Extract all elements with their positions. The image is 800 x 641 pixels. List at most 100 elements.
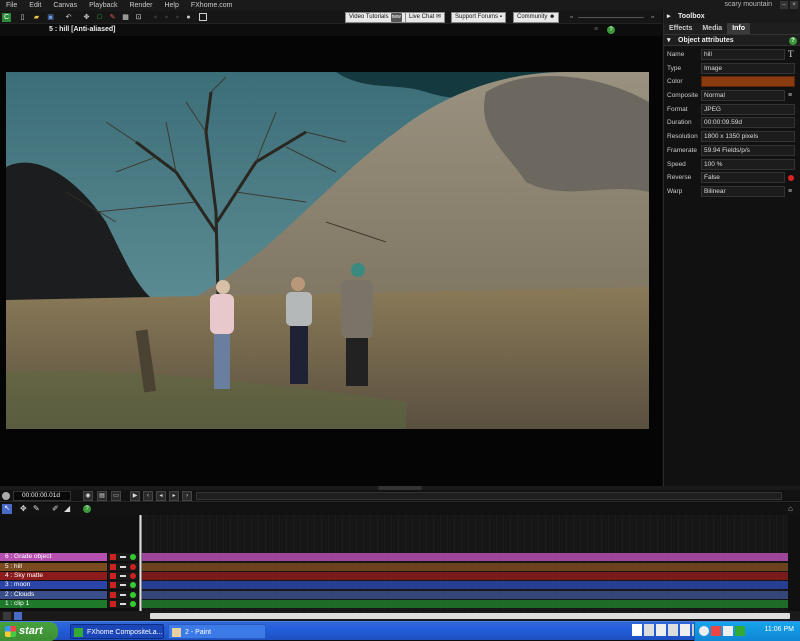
tab-effects[interactable]: Effects <box>664 23 697 34</box>
timeline-scrollbar[interactable] <box>140 611 800 621</box>
task-fxhome[interactable]: FXhome CompositeLa... <box>70 624 164 639</box>
layer-status-dot-icon[interactable] <box>130 554 136 560</box>
next-keyframe-icon[interactable]: › <box>182 491 192 501</box>
task-paint[interactable]: 2 - Paint <box>168 624 266 639</box>
layer-clip-bar[interactable] <box>142 581 788 589</box>
layer-row[interactable]: 5 : hill <box>0 563 800 572</box>
layer-clip-bar[interactable] <box>142 553 788 561</box>
object-attributes-header[interactable]: ▾ Object attributes ? <box>664 34 800 46</box>
help-icon[interactable]: ? <box>789 37 797 45</box>
layer-visibility-icon[interactable] <box>110 582 116 588</box>
rectangle-tool-icon[interactable]: □ <box>95 13 104 22</box>
save-icon[interactable]: ▣ <box>46 13 55 22</box>
layer-visibility-icon[interactable] <box>110 554 116 560</box>
scrub-bar[interactable] <box>196 492 782 500</box>
select-tool-icon[interactable]: ↖ <box>2 504 12 514</box>
layer-clip-bar[interactable] <box>142 572 788 580</box>
lock-icon[interactable]: ⌂ <box>788 504 793 513</box>
clock[interactable]: 11:06 PM <box>765 626 794 633</box>
layer-link-arrow-icon[interactable] <box>120 575 126 577</box>
step-forward-icon[interactable]: ▸ <box>169 491 179 501</box>
color-dot-2-icon[interactable]: ● <box>162 13 171 22</box>
community-link[interactable]: Community ☻ <box>513 12 560 23</box>
menu-fxhome[interactable]: FXhome.com <box>185 2 239 9</box>
layer-link-arrow-icon[interactable] <box>120 603 126 605</box>
layer-visibility-icon[interactable] <box>110 564 116 570</box>
antivirus-icon[interactable] <box>711 626 721 636</box>
zoom-in-icon[interactable]: ▫ <box>648 13 657 22</box>
layer-row[interactable]: 1 : clip 1 <box>0 600 800 609</box>
layer-link-arrow-icon[interactable] <box>120 584 126 586</box>
volume-tray-icon[interactable] <box>668 624 678 636</box>
clock-tray-icon[interactable] <box>699 626 709 636</box>
layer-status-dot-icon[interactable] <box>130 592 136 598</box>
layer-visibility-icon[interactable] <box>110 573 116 579</box>
list-view-icon[interactable] <box>14 612 22 620</box>
zoom-slider[interactable] <box>578 17 644 18</box>
layer-row[interactable]: 3 : moon <box>0 581 800 590</box>
monitor-icon[interactable]: ▭ <box>111 491 121 501</box>
text-tool-icon[interactable]: T <box>788 48 794 61</box>
pen-tool-icon[interactable]: ✎ <box>108 13 117 22</box>
eraser-tool-icon[interactable]: ◢ <box>64 504 70 513</box>
layer-link-arrow-icon[interactable] <box>120 594 126 596</box>
chart-tray-icon[interactable] <box>656 624 666 636</box>
move-tool-icon[interactable]: ✥ <box>82 13 91 22</box>
layer-status-dot-icon[interactable] <box>130 582 136 588</box>
layer-clip-bar[interactable] <box>142 591 788 599</box>
layer-row[interactable]: 4 : Sky matte <box>0 572 800 581</box>
tab-info[interactable]: Info <box>727 23 751 34</box>
start-button[interactable]: start <box>0 622 58 641</box>
name-field[interactable]: hill <box>701 49 785 60</box>
duration-field[interactable]: 00:00:09.59d <box>701 117 795 129</box>
info-tray-icon[interactable] <box>680 624 690 636</box>
app-tray-icon[interactable] <box>735 626 745 636</box>
help-icon[interactable]: ? <box>607 26 615 34</box>
open-folder-icon[interactable]: ▰ <box>32 13 41 22</box>
keyframe-record-icon[interactable] <box>788 175 794 182</box>
layer-name[interactable]: 6 : Grade object <box>0 553 107 561</box>
prev-keyframe-icon[interactable]: ‹ <box>143 491 153 501</box>
scrollbar-thumb[interactable] <box>150 613 790 619</box>
pencil-tool-icon[interactable]: ✐ <box>52 504 59 513</box>
color-dot-1-icon[interactable]: ● <box>151 13 160 22</box>
tab-media[interactable]: Media <box>697 23 727 34</box>
live-chat-link[interactable]: Live Chat ✉ <box>405 12 446 23</box>
support-forums-link[interactable]: Support Forums ▪ <box>451 12 506 23</box>
network-tray-icon[interactable] <box>644 624 654 636</box>
layer-name[interactable]: 4 : Sky matte <box>0 572 107 580</box>
grid-icon[interactable]: ▦ <box>121 13 130 22</box>
grid-view-icon[interactable] <box>3 612 11 620</box>
layer-status-dot-icon[interactable] <box>130 573 136 579</box>
layer-status-dot-icon[interactable] <box>130 564 136 570</box>
layer-clip-bar[interactable] <box>142 563 788 571</box>
warp-select[interactable]: Bilinear <box>701 185 785 197</box>
menu-help[interactable]: Help <box>158 2 184 9</box>
color-dot-3-icon[interactable]: ● <box>173 13 182 22</box>
messenger-icon[interactable] <box>723 626 733 636</box>
help-tray-icon[interactable] <box>632 624 642 636</box>
move-tool-icon[interactable]: ✥ <box>20 504 27 513</box>
composite-preview-image[interactable] <box>6 72 649 465</box>
layer-name[interactable]: 3 : moon <box>0 581 107 589</box>
settings-list-icon[interactable]: ≡ <box>594 26 598 33</box>
layer-name[interactable]: 1 : clip 1 <box>0 600 107 608</box>
undo-icon[interactable]: ↶ <box>64 13 73 22</box>
new-file-icon[interactable]: ▯ <box>18 13 27 22</box>
color-dot-4-icon[interactable]: ● <box>184 13 193 22</box>
menu-canvas[interactable]: Canvas <box>47 2 83 9</box>
dropdown-list-icon[interactable]: ≡ <box>788 89 792 102</box>
menu-edit[interactable]: Edit <box>23 2 47 9</box>
layer-name[interactable]: 2 : Clouds <box>0 591 107 599</box>
color-swatch[interactable] <box>701 76 795 88</box>
loop-icon[interactable] <box>2 492 10 500</box>
timecode-display[interactable]: 00:00:00.01d <box>13 491 71 501</box>
pen-tool-icon[interactable]: ✎ <box>33 504 40 513</box>
close-icon[interactable]: × <box>790 1 798 9</box>
composite-select[interactable]: Normal <box>701 90 785 102</box>
zoom-out-icon[interactable]: ▫ <box>567 13 576 22</box>
layer-row[interactable]: 6 : Grade object <box>0 553 800 562</box>
menu-file[interactable]: File <box>0 2 23 9</box>
video-tutorials-link[interactable]: Video Tutorials new <box>345 12 406 23</box>
expand-arrow-icon[interactable]: ▸ <box>667 11 671 23</box>
